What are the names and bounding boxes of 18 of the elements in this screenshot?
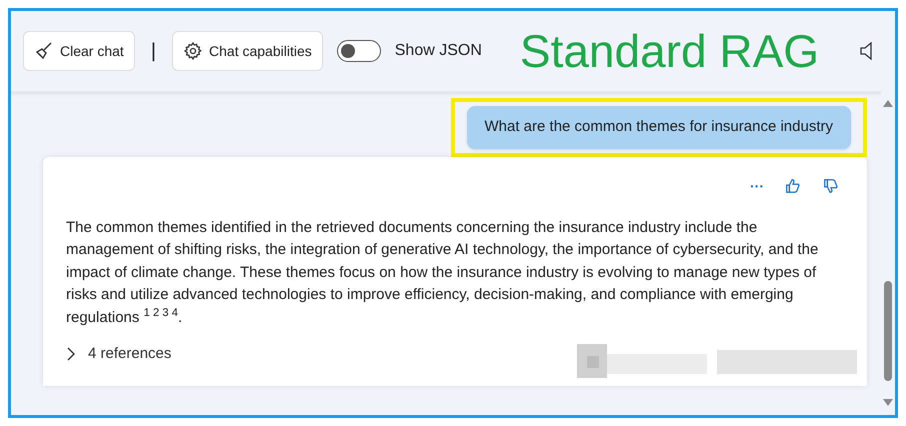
answer-text: The common themes identified in the retrieved documents concerning the insurance industry include the management of shifting risks, the integration of generative AI technology, the importance of cybersecurity, and the impact of climate change. These themes focus on how the insurance industry is evolving to manage new types of risks and utilize advanced technologies to improve efficiency, decision-making, and compliance with emerging regulations $^{1 2 3 4}$. bbox=[66, 218, 820, 328]
scroll-thumb[interactable] bbox=[884, 281, 892, 381]
user-message: What are the common themes for insurance industry bbox=[466, 106, 851, 148]
separator: | bbox=[150, 39, 156, 64]
thumbs-down-icon[interactable] bbox=[822, 176, 840, 194]
thumbs-up-icon[interactable] bbox=[784, 176, 802, 194]
chat-capabilities-button[interactable]: Chat capabilities bbox=[172, 31, 323, 71]
references-toggle[interactable]: 4 references bbox=[66, 343, 172, 366]
gear-icon bbox=[183, 41, 204, 61]
scroll-down-icon[interactable] bbox=[883, 399, 893, 407]
show-json-toggle[interactable] bbox=[336, 40, 381, 62]
broom-icon bbox=[34, 41, 54, 61]
toggle-label: Show JSON bbox=[394, 41, 482, 61]
scroll-up-icon[interactable] bbox=[883, 99, 893, 107]
more-button[interactable]: ··· bbox=[750, 178, 764, 192]
clear-chat-button[interactable]: Clear chat bbox=[23, 31, 135, 71]
page-title: Standard RAG bbox=[520, 28, 820, 74]
chevron-icon bbox=[66, 347, 76, 362]
